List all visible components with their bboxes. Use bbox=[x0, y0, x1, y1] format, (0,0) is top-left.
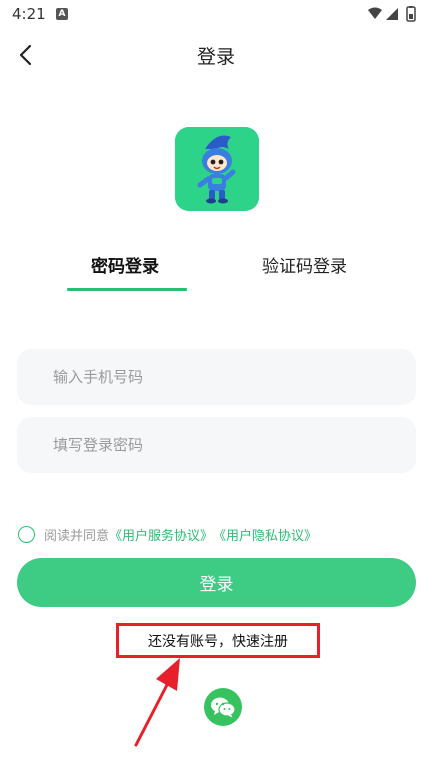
wechat-login-button[interactable] bbox=[204, 688, 242, 726]
register-link-label: 还没有账号，快速注册 bbox=[148, 633, 288, 650]
battery-icon bbox=[406, 6, 416, 22]
active-tab-indicator bbox=[67, 288, 187, 291]
agreement-checkbox[interactable] bbox=[18, 525, 35, 543]
login-button[interactable]: 登录 bbox=[17, 558, 416, 607]
login-tabs: 密码登录 验证码登录 bbox=[0, 245, 432, 295]
annotation-arrow-icon bbox=[134, 658, 180, 747]
password-input[interactable] bbox=[17, 417, 416, 473]
agreement-prefix: 阅读并同意 bbox=[44, 528, 110, 544]
wechat-icon bbox=[211, 697, 236, 718]
signal-icon bbox=[386, 8, 398, 20]
page-title: 登录 bbox=[196, 46, 235, 68]
status-time: 4:21 bbox=[12, 5, 46, 23]
privacy-agreement-link[interactable]: 《用户隐私协议》 bbox=[213, 525, 317, 544]
phone-field-container bbox=[17, 349, 416, 405]
notification-indicator: A bbox=[56, 8, 68, 20]
service-agreement-link[interactable]: 《用户服务协议》 bbox=[109, 525, 213, 544]
app-logo bbox=[175, 127, 259, 211]
password-field-container bbox=[17, 417, 416, 473]
mascot-icon bbox=[175, 127, 259, 211]
tab-password-login[interactable]: 密码登录 bbox=[91, 252, 159, 277]
wifi-icon bbox=[368, 7, 382, 19]
tab-code-login[interactable]: 验证码登录 bbox=[262, 252, 347, 277]
phone-input[interactable] bbox=[17, 349, 416, 405]
status-icons bbox=[368, 6, 416, 22]
nav-bar: 登录 bbox=[0, 30, 432, 80]
register-link[interactable]: 还没有账号，快速注册 bbox=[116, 623, 320, 658]
agreement-row: 阅读并同意 《用户服务协议》 《用户隐私协议》 bbox=[18, 524, 317, 544]
status-bar: 4:21 A bbox=[0, 0, 432, 30]
